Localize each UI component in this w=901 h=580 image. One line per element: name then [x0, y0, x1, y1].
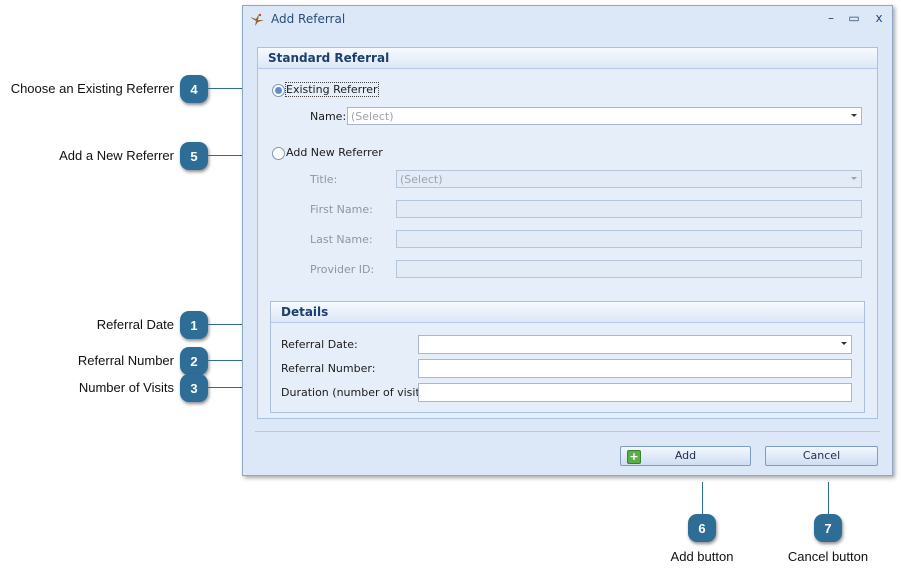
callout-1-label: Referral Date [96, 317, 174, 332]
footer-separator [255, 431, 880, 432]
callout-6-badge: 6 [688, 514, 716, 542]
callout-4-badge: 4 [180, 75, 208, 103]
callout-2-label: Referral Number [77, 353, 174, 368]
cancel-button[interactable]: Cancel [765, 446, 878, 466]
maximize-button[interactable]: ▭ [845, 10, 863, 26]
standard-referral-group: Standard Referral Existing Referrer Name… [257, 47, 878, 419]
title-dropdown-value: (Select) [400, 173, 443, 186]
first-name-label: First Name: [310, 203, 373, 216]
duration-field[interactable] [418, 383, 852, 402]
callout-4-label: Choose an Existing Referrer [10, 81, 174, 96]
existing-referrer-radio[interactable] [272, 84, 285, 97]
add-referral-window: Add Referral – ▭ x Standard Referral Exi… [242, 5, 893, 476]
callout-7-badge: 7 [814, 514, 842, 542]
callout-3-line [208, 387, 242, 388]
callout-2-badge: 2 [180, 347, 208, 375]
callout-4-line [208, 88, 242, 89]
window-title: Add Referral [271, 12, 346, 26]
referral-number-field[interactable] [418, 359, 852, 378]
add-plus-icon [627, 448, 641, 466]
callout-3-label: Number of Visits [78, 380, 174, 395]
bird-icon [250, 13, 264, 26]
add-button[interactable]: Add [620, 446, 751, 466]
callout-3-badge: 3 [180, 374, 208, 402]
callout-1-badge: 1 [180, 311, 208, 339]
callout-5-label: Add a New Referrer [59, 148, 174, 163]
close-button[interactable]: x [870, 10, 888, 26]
title-bar[interactable]: Add Referral – ▭ x [243, 6, 892, 32]
details-title: Details [281, 305, 329, 319]
details-group: Details Referral Date: Referral Number: … [270, 301, 865, 413]
name-label: Name: [310, 110, 347, 123]
details-header: Details [271, 302, 864, 323]
provider-id-field[interactable] [396, 260, 862, 278]
callout-7-label: Cancel button [787, 549, 869, 564]
last-name-field[interactable] [396, 230, 862, 248]
standard-referral-title: Standard Referral [268, 51, 390, 65]
minimize-button[interactable]: – [822, 10, 840, 26]
existing-referrer-label[interactable]: Existing Referrer [285, 82, 379, 97]
provider-id-label: Provider ID: [310, 263, 375, 276]
name-dropdown-value: (Select) [351, 110, 394, 123]
chevron-down-icon [841, 342, 847, 345]
title-dropdown[interactable]: (Select) [396, 170, 862, 188]
name-dropdown[interactable]: (Select) [347, 107, 862, 125]
standard-referral-header: Standard Referral [258, 48, 877, 69]
cancel-button-label: Cancel [802, 449, 841, 462]
duration-label: Duration (number of visits): [281, 386, 434, 399]
add-new-referrer-radio[interactable] [272, 147, 285, 160]
add-button-label: Add [674, 449, 697, 462]
chevron-down-icon [851, 177, 857, 180]
callout-1-line [208, 324, 242, 325]
add-new-referrer-label[interactable]: Add New Referrer [286, 146, 383, 159]
callout-7-line [828, 482, 829, 514]
last-name-label: Last Name: [310, 233, 373, 246]
referral-number-label: Referral Number: [281, 362, 376, 375]
callout-6-line [702, 482, 703, 514]
callout-6-label: Add button [670, 549, 734, 564]
callout-5-badge: 5 [180, 142, 208, 170]
referral-date-label: Referral Date: [281, 338, 358, 351]
referral-date-picker[interactable] [418, 335, 852, 354]
first-name-field[interactable] [396, 200, 862, 218]
title-label: Title: [310, 173, 338, 186]
chevron-down-icon [851, 114, 857, 117]
callout-5-line [208, 155, 242, 156]
callout-2-line [208, 360, 242, 361]
